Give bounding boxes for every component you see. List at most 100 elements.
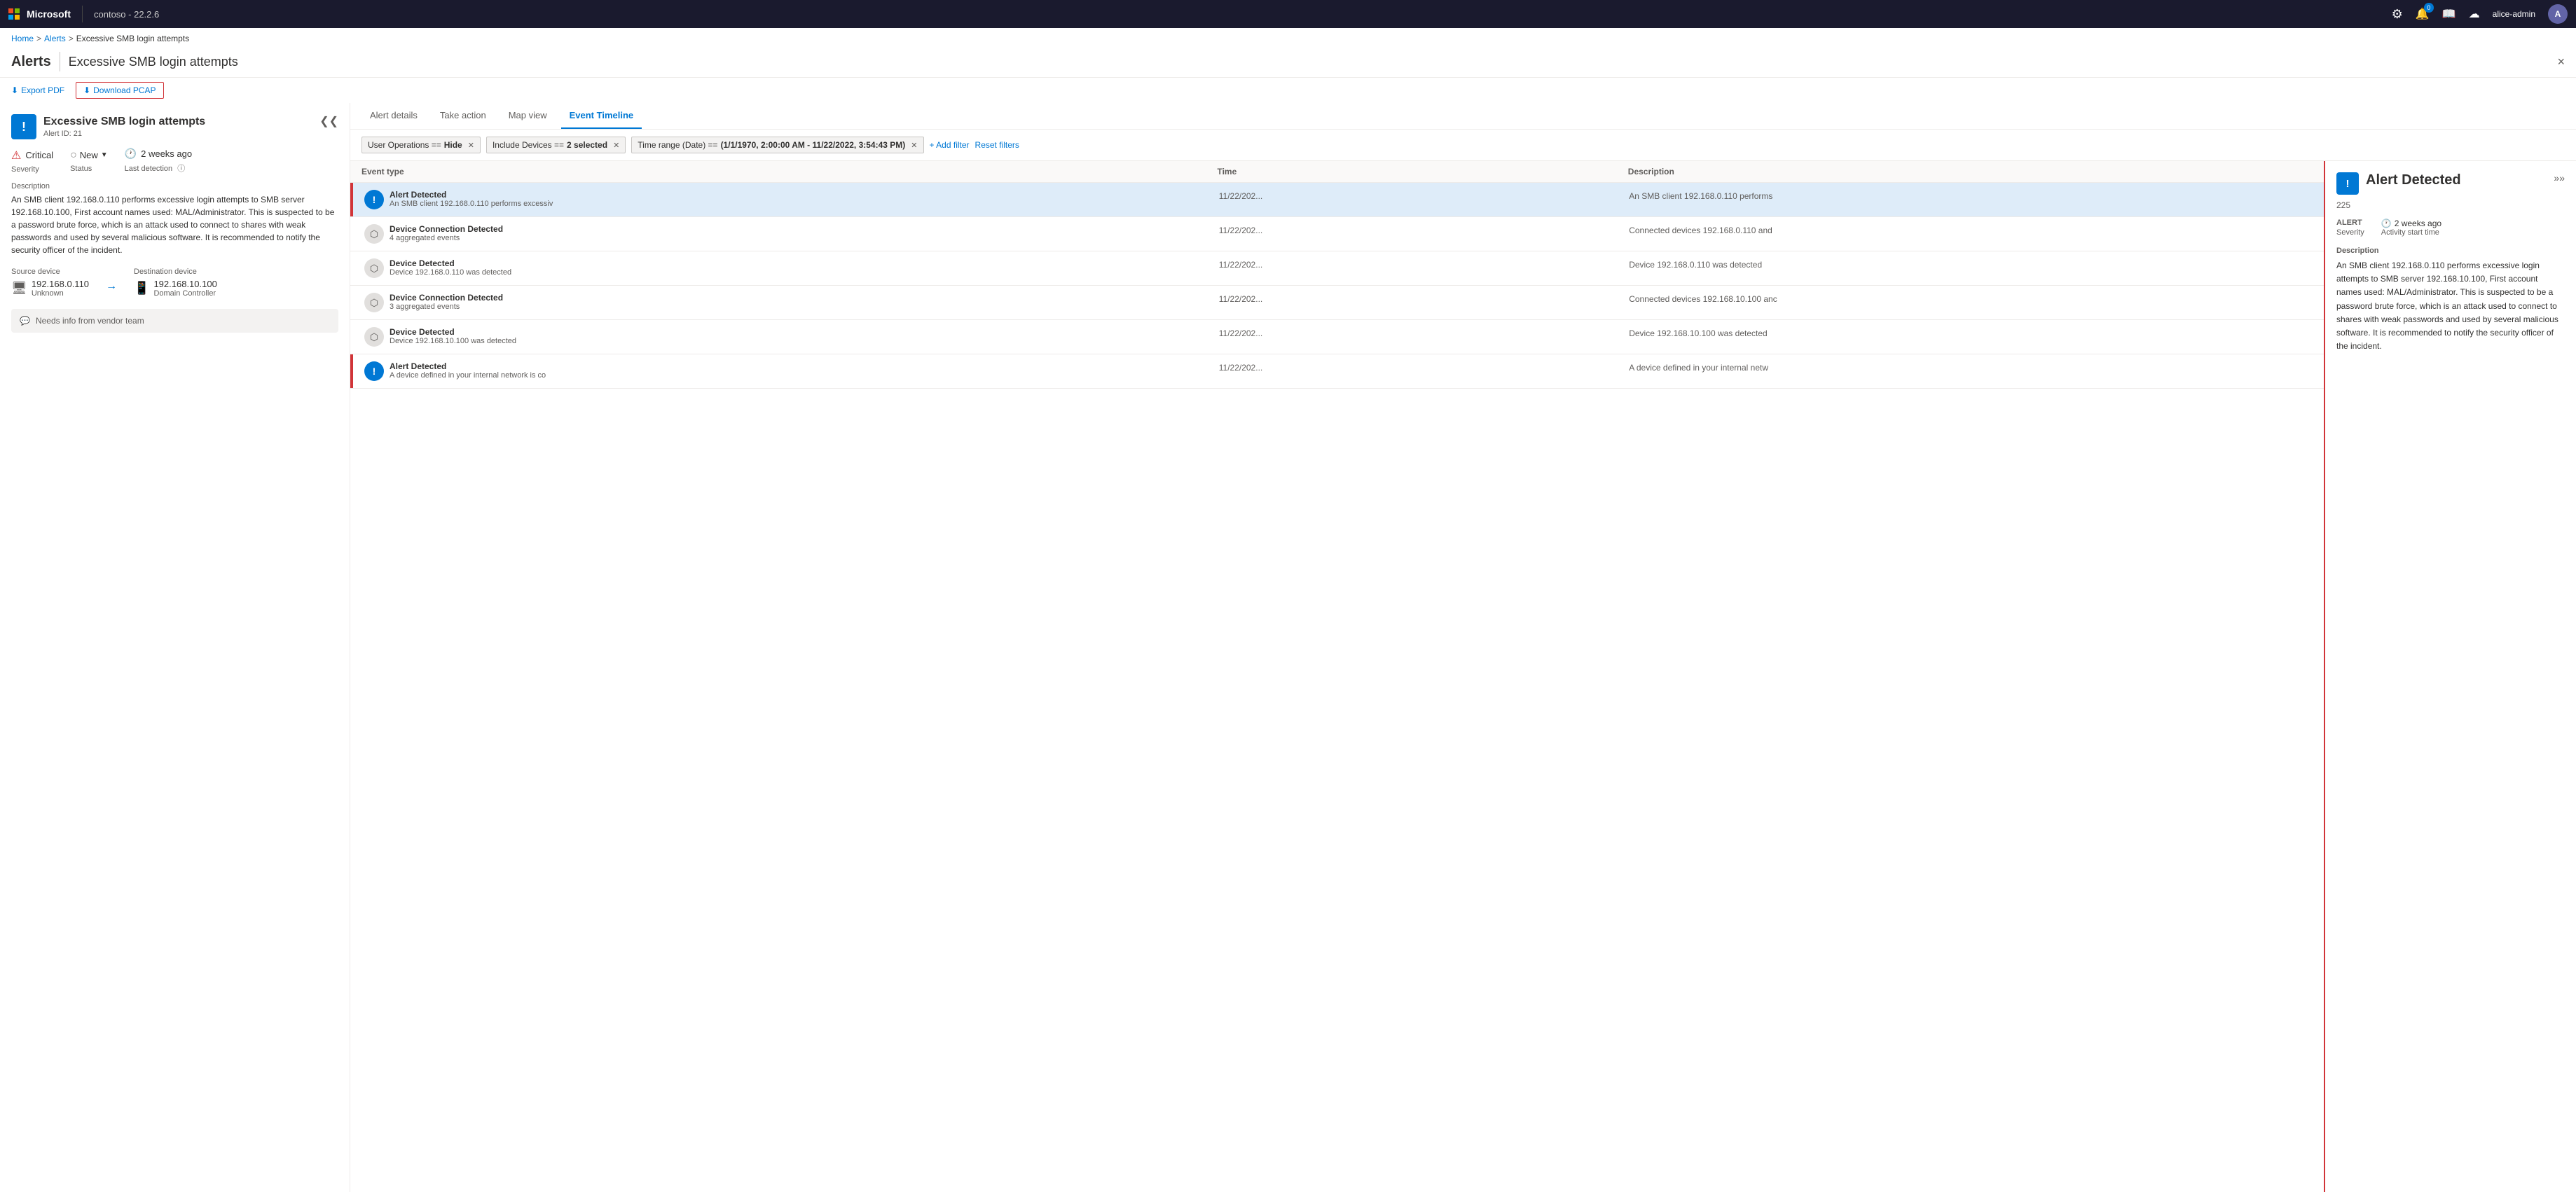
- monitor-icon: 🖥: [11, 281, 27, 296]
- tab-take-action[interactable]: Take action: [432, 103, 495, 129]
- event-sub: An SMB client 192.168.0.110 performs exc…: [390, 200, 553, 208]
- desc-cell: Connected devices 192.168.10.100 anc: [1629, 293, 2313, 304]
- description-text: An SMB client 192.168.0.110 performs exc…: [11, 193, 338, 256]
- filter-close-1[interactable]: ✕: [468, 141, 474, 150]
- close-button[interactable]: ×: [2557, 55, 2565, 69]
- destination-type: Domain Controller: [153, 289, 216, 298]
- description-section: Description An SMB client 192.168.0.110 …: [11, 182, 338, 256]
- filter-value-3: (1/1/1970, 2:00:00 AM - 11/22/2022, 3:54…: [721, 140, 906, 150]
- source-label: Source device: [11, 268, 89, 276]
- detail-severity: ALERT Severity: [2336, 219, 2364, 238]
- breadcrumb-alerts[interactable]: Alerts: [44, 34, 66, 43]
- filter-include-devices[interactable]: Include Devices == 2 selected ✕: [486, 137, 626, 153]
- notifications-icon[interactable]: 🔔 0: [2416, 7, 2430, 21]
- detail-desc-text: An SMB client 192.168.0.110 performs exc…: [2336, 259, 2565, 353]
- event-name: Device Connection Detected: [390, 293, 503, 303]
- destination-label: Destination device: [134, 268, 217, 276]
- settings-icon[interactable]: ⚙: [2392, 7, 2403, 22]
- table-row[interactable]: ! Alert Detected An SMB client 192.168.0…: [350, 183, 2324, 217]
- detail-id: 225: [2336, 200, 2565, 210]
- user-avatar[interactable]: A: [2548, 4, 2568, 24]
- filter-close-2[interactable]: ✕: [613, 141, 619, 150]
- filter-user-operations[interactable]: User Operations == Hide ✕: [361, 137, 481, 153]
- table-row[interactable]: ⬡ Device Detected Device 192.168.10.100 …: [350, 320, 2324, 354]
- detail-severity-label: ALERT: [2336, 219, 2364, 227]
- severity-item: ⚠ Critical Severity: [11, 148, 53, 174]
- detail-meta: ALERT Severity 🕐 2 weeks ago Activity st…: [2336, 219, 2565, 238]
- event-cell: ⬡ Device Detected Device 192.168.10.100 …: [361, 327, 1219, 347]
- time-cell: 11/22/202...: [1219, 190, 1629, 201]
- comment-icon: 💬: [20, 316, 30, 326]
- event-name: Alert Detected: [390, 190, 553, 200]
- event-table: Event type Time Description ! Alert Dete…: [350, 161, 2324, 1192]
- book-icon[interactable]: 📖: [2442, 7, 2456, 21]
- add-filter-button[interactable]: + Add filter: [930, 140, 970, 150]
- event-name: Device Detected: [390, 327, 516, 337]
- filter-label-2: Include Devices ==: [493, 140, 564, 150]
- tab-event-timeline[interactable]: Event Timeline: [561, 103, 642, 129]
- microsoft-logo: [8, 8, 20, 20]
- detail-severity-sub: Severity: [2336, 228, 2364, 237]
- filter-label-3: Time range (Date) ==: [638, 140, 717, 150]
- event-cell: ⬡ Device Connection Detected 4 aggregate…: [361, 224, 1219, 244]
- table-row[interactable]: ⬡ Device Connection Detected 4 aggregate…: [350, 217, 2324, 251]
- source-type: Unknown: [32, 289, 89, 298]
- filter-time-range[interactable]: Time range (Date) == (1/1/1970, 2:00:00 …: [631, 137, 923, 153]
- table-row[interactable]: ⬡ Device Connection Detected 3 aggregate…: [350, 286, 2324, 320]
- detail-desc-label: Description: [2336, 247, 2565, 255]
- shield-icon: !: [11, 114, 36, 139]
- filter-label-1: User Operations ==: [368, 140, 441, 150]
- tab-alert-details[interactable]: Alert details: [361, 103, 426, 129]
- filter-close-3[interactable]: ✕: [911, 141, 917, 150]
- page-header: Alerts Excessive SMB login attempts ×: [0, 49, 2576, 78]
- notification-badge: 0: [2424, 3, 2434, 13]
- meta-row: ⚠ Critical Severity ○ New ▼ Status 🕐: [11, 148, 338, 174]
- alert-title-row: ! Excessive SMB login attempts Alert ID:…: [11, 114, 205, 139]
- device-icon: ⬡: [364, 293, 384, 312]
- event-sub: Device 192.168.10.100 was detected: [390, 337, 516, 345]
- detail-activity: 🕐 2 weeks ago Activity start time: [2381, 219, 2441, 238]
- time-cell: 11/22/202...: [1219, 293, 1629, 304]
- row-indicator: [350, 354, 353, 388]
- arrow-icon: →: [106, 280, 117, 293]
- detection-value: 2 weeks ago: [141, 148, 192, 159]
- detail-description: Description An SMB client 192.168.0.110 …: [2336, 247, 2565, 353]
- page-title: Alerts: [11, 54, 51, 70]
- devices-row: Source device 🖥 192.168.0.110 Unknown → …: [11, 268, 338, 298]
- status-label: Status: [70, 165, 108, 173]
- reset-filters-button[interactable]: Reset filters: [975, 140, 1019, 150]
- event-name: Device Connection Detected: [390, 224, 503, 234]
- device-icon: ⬡: [364, 224, 384, 244]
- toolbar: ⬇ Export PDF ⬇ Download PCAP: [0, 78, 2576, 103]
- cloud-icon[interactable]: ☁: [2469, 7, 2480, 21]
- detail-panel: ! Alert Detected »» 225 ALERT Severity: [2324, 161, 2576, 1192]
- col-desc-header: Description: [1628, 167, 2313, 176]
- severity-value: Critical: [25, 150, 53, 160]
- filter-bar: User Operations == Hide ✕ Include Device…: [350, 130, 2576, 161]
- export-pdf-button[interactable]: ⬇ Export PDF: [11, 85, 64, 95]
- download-icon: ⬇: [11, 85, 18, 95]
- breadcrumb-home[interactable]: Home: [11, 34, 34, 43]
- tab-map-view[interactable]: Map view: [500, 103, 556, 129]
- breadcrumb-current: Excessive SMB login attempts: [76, 34, 189, 43]
- time-cell: 11/22/202...: [1219, 258, 1629, 270]
- col-event-header: Event type: [361, 167, 1217, 176]
- event-sub: A device defined in your internal networ…: [390, 371, 546, 380]
- alert-card: ! Excessive SMB login attempts Alert ID:…: [0, 103, 350, 352]
- download-pcap-button[interactable]: ⬇ Download PCAP: [76, 82, 163, 99]
- status-item: ○ New ▼ Status: [70, 149, 108, 173]
- description-label: Description: [11, 182, 338, 190]
- event-name: Device Detected: [390, 258, 511, 268]
- breadcrumb-sep2: >: [69, 34, 74, 43]
- source-ip: 192.168.0.110: [32, 279, 89, 289]
- destination-ip: 192.168.10.100: [153, 279, 216, 289]
- collapse-button[interactable]: ❮❮: [319, 114, 338, 128]
- table-row[interactable]: ! Alert Detected A device defined in you…: [350, 354, 2324, 389]
- table-row[interactable]: ⬡ Device Detected Device 192.168.0.110 w…: [350, 251, 2324, 286]
- page-subtitle: Excessive SMB login attempts: [69, 55, 238, 69]
- event-cell: ! Alert Detected An SMB client 192.168.0…: [361, 190, 1219, 209]
- main-content: ! Excessive SMB login attempts Alert ID:…: [0, 103, 2576, 1192]
- expand-button[interactable]: »»: [2554, 172, 2565, 183]
- status-chevron[interactable]: ▼: [101, 151, 108, 159]
- comment-text: Needs info from vendor team: [36, 316, 144, 326]
